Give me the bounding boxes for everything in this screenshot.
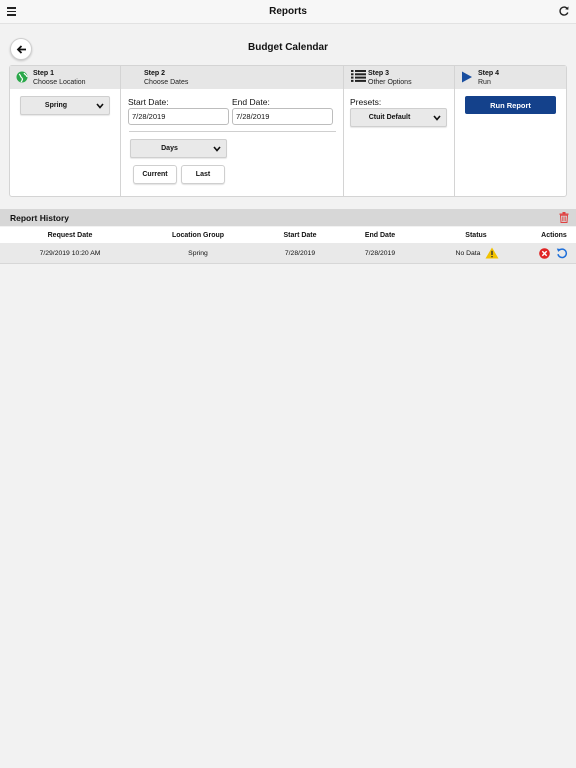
location-dropdown[interactable]: Spring — [20, 96, 110, 115]
step-2-number: Step 2 — [144, 70, 166, 77]
app-title: Reports — [269, 6, 307, 17]
rerun-icon[interactable] — [556, 247, 568, 259]
list-icon — [351, 70, 366, 82]
presets-label: Presets: — [350, 97, 382, 107]
column-location-group: Location Group — [171, 232, 225, 239]
step-2-header: Step 2 Choose Dates — [121, 66, 343, 89]
preset-selected: Ctuit Default — [368, 114, 411, 121]
history-table-header: Request Date Location Group Start Date E… — [0, 227, 576, 243]
step-4-number: Step 4 — [478, 70, 500, 77]
chevron-down-icon — [213, 146, 221, 152]
row-start-date: 7/28/2019 — [284, 250, 316, 257]
step-3-number: Step 3 — [368, 70, 390, 77]
step-1-number: Step 1 — [33, 70, 55, 77]
column-actions: Actions — [541, 232, 567, 239]
step-1-panel: Step 1 Choose Location — [10, 66, 121, 196]
globe-icon — [16, 71, 28, 83]
row-end-date: 7/28/2019 — [364, 250, 396, 257]
step-4-panel: Step 4 Run — [455, 66, 566, 196]
column-status: Status — [465, 232, 487, 239]
row-request-date: 7/29/2019 10:20 AM — [39, 250, 101, 257]
last-button[interactable]: Last — [181, 165, 225, 184]
period-dropdown[interactable]: Days — [130, 139, 227, 158]
presets-dropdown[interactable]: Ctuit Default — [350, 108, 447, 127]
current-button[interactable]: Current — [133, 165, 177, 184]
top-bar: Reports — [0, 0, 576, 24]
step-3-panel: Step 3 Other Options — [344, 66, 455, 196]
step-4-label: Run — [478, 79, 491, 86]
end-date-input[interactable] — [232, 108, 333, 125]
row-location-group: Spring — [188, 250, 208, 257]
report-history-title: Report History — [10, 213, 70, 223]
column-start-date: Start Date — [283, 232, 317, 239]
column-request-date: Request Date — [47, 232, 93, 239]
play-icon — [462, 71, 472, 83]
table-row: 7/29/2019 10:20 AM Spring 7/28/2019 7/28… — [0, 243, 576, 264]
step-3-label: Other Options — [368, 79, 412, 86]
column-end-date: End Date — [364, 232, 396, 239]
run-report-button[interactable]: Run Report — [465, 96, 556, 114]
start-date-input[interactable] — [128, 108, 229, 125]
row-status: No Data — [455, 250, 481, 257]
start-date-label: Start Date: — [128, 97, 169, 107]
location-selected: Spring — [44, 102, 68, 109]
warning-icon — [485, 247, 499, 259]
end-date-label: End Date: — [232, 97, 270, 107]
step-1-label: Choose Location — [33, 79, 86, 86]
step-1-header: Step 1 Choose Location — [10, 66, 120, 89]
report-history-header: Report History — [0, 209, 576, 226]
trash-icon[interactable] — [559, 212, 569, 223]
step-3-header: Step 3 Other Options — [344, 66, 454, 89]
delete-icon[interactable] — [539, 248, 550, 259]
refresh-icon[interactable] — [558, 5, 570, 17]
step-2-label: Choose Dates — [144, 79, 189, 86]
page-title: Budget Calendar — [247, 42, 328, 53]
step-4-header: Step 4 Run — [455, 66, 566, 89]
divider — [129, 131, 336, 132]
chevron-down-icon — [433, 115, 441, 121]
period-selected: Days — [161, 145, 178, 152]
chevron-down-icon — [96, 103, 104, 109]
